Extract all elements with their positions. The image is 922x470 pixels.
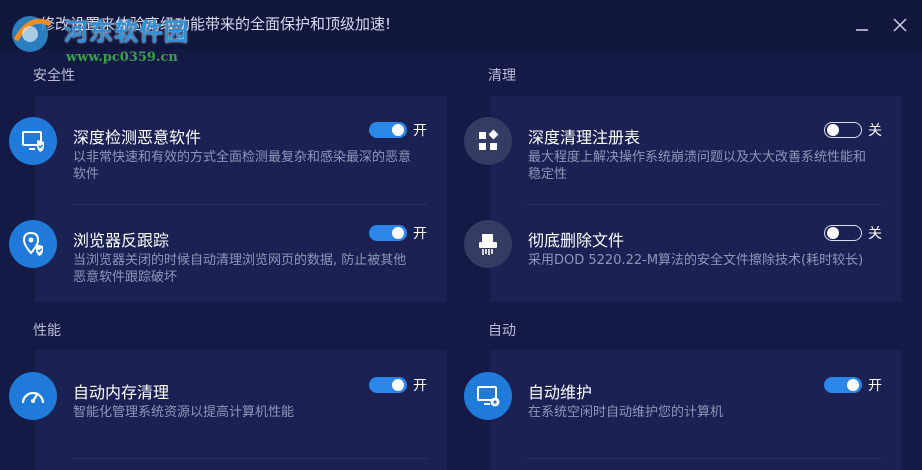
registry-icon	[464, 117, 512, 165]
toggle-state-label: 开	[868, 378, 882, 394]
speedometer-icon	[9, 372, 57, 420]
watermark-name: 河东软件园	[64, 17, 189, 46]
watermark-url: www.pc0359.cn	[66, 50, 178, 65]
watermark-logo-icon	[12, 16, 52, 52]
setting-title: 浏览器反跟踪	[73, 231, 170, 250]
toggle-state-label: 关	[868, 123, 882, 139]
setting-item-auto-ram-clean: 自动内存清理 智能化管理系统资源以提高计算机性能 开	[9, 372, 429, 468]
setting-title: 彻底删除文件	[528, 231, 625, 250]
setting-description: 以非常快速和有效的方式全面检测最复杂和感染最深的恶意软件	[73, 150, 412, 182]
toggle-knob	[392, 379, 404, 391]
setting-description: 当浏览器关闭的时候自动清理浏览网页的数据, 防止被其他恶意软件跟踪破坏	[73, 253, 407, 285]
monitor-gear-icon	[464, 372, 512, 420]
section-title-auto: 自动	[488, 323, 516, 339]
toggle-state-label: 关	[868, 226, 882, 242]
toggle-knob	[847, 379, 859, 391]
setting-description: 采用DOD 5220.22-M算法的安全文件擦除技术(耗时较长)	[528, 253, 864, 268]
setting-title: 深度检测恶意软件	[73, 128, 202, 147]
setting-item-secure-file-delete: 彻底删除文件 采用DOD 5220.22-M算法的安全文件擦除技术(耗时较长) …	[464, 220, 884, 316]
location-shield-icon	[9, 220, 57, 268]
setting-description: 智能化管理系统资源以提高计算机性能	[73, 405, 295, 420]
toggle-knob	[827, 226, 839, 239]
section-title-performance: 性能	[33, 323, 61, 339]
toggle-state-label: 开	[413, 378, 427, 394]
close-button[interactable]	[889, 14, 911, 36]
toggle-knob	[392, 124, 404, 136]
toggle-knob	[392, 227, 404, 239]
browser-anti-tracking-toggle[interactable]	[369, 225, 407, 241]
toggle-state-label: 开	[413, 226, 427, 242]
secure-file-delete-toggle[interactable]	[824, 225, 862, 241]
minimize-button[interactable]	[851, 14, 873, 36]
auto-maintenance-toggle[interactable]	[824, 377, 862, 393]
section-title-clean: 清理	[488, 68, 516, 84]
auto-ram-clean-toggle[interactable]	[369, 377, 407, 393]
toggle-knob	[827, 123, 839, 136]
shredder-icon	[464, 220, 512, 268]
setting-item-browser-anti-tracking: 浏览器反跟踪 当浏览器关闭的时候自动清理浏览网页的数据, 防止被其他恶意软件跟踪…	[9, 220, 429, 316]
close-icon	[893, 18, 907, 32]
section-title-security: 安全性	[33, 68, 75, 84]
monitor-shield-icon	[9, 117, 57, 165]
minimize-icon	[856, 29, 868, 31]
setting-item-deep-registry-clean: 深度清理注册表 最大程度上解决操作系统崩溃问题以及大大改善系统性能和稳定性 关	[464, 117, 884, 213]
setting-item-deep-malware-scan: 深度检测恶意软件 以非常快速和有效的方式全面检测最复杂和感染最深的恶意软件 开	[9, 117, 429, 213]
setting-description: 最大程度上解决操作系统崩溃问题以及大大改善系统性能和稳定性	[528, 150, 867, 182]
deep-registry-clean-toggle[interactable]	[824, 122, 862, 138]
setting-title: 深度清理注册表	[528, 128, 641, 147]
setting-item-auto-maintenance: 自动维护 在系统空闲时自动维护您的计算机 开	[464, 372, 884, 468]
setting-title: 自动内存清理	[73, 383, 170, 402]
toggle-state-label: 开	[413, 123, 427, 139]
setting-title: 自动维护	[528, 383, 593, 402]
setting-description: 在系统空闲时自动维护您的计算机	[528, 405, 724, 420]
watermark: 河东软件园 www.pc0359.cn	[6, 6, 226, 66]
deep-malware-scan-toggle[interactable]	[369, 122, 407, 138]
